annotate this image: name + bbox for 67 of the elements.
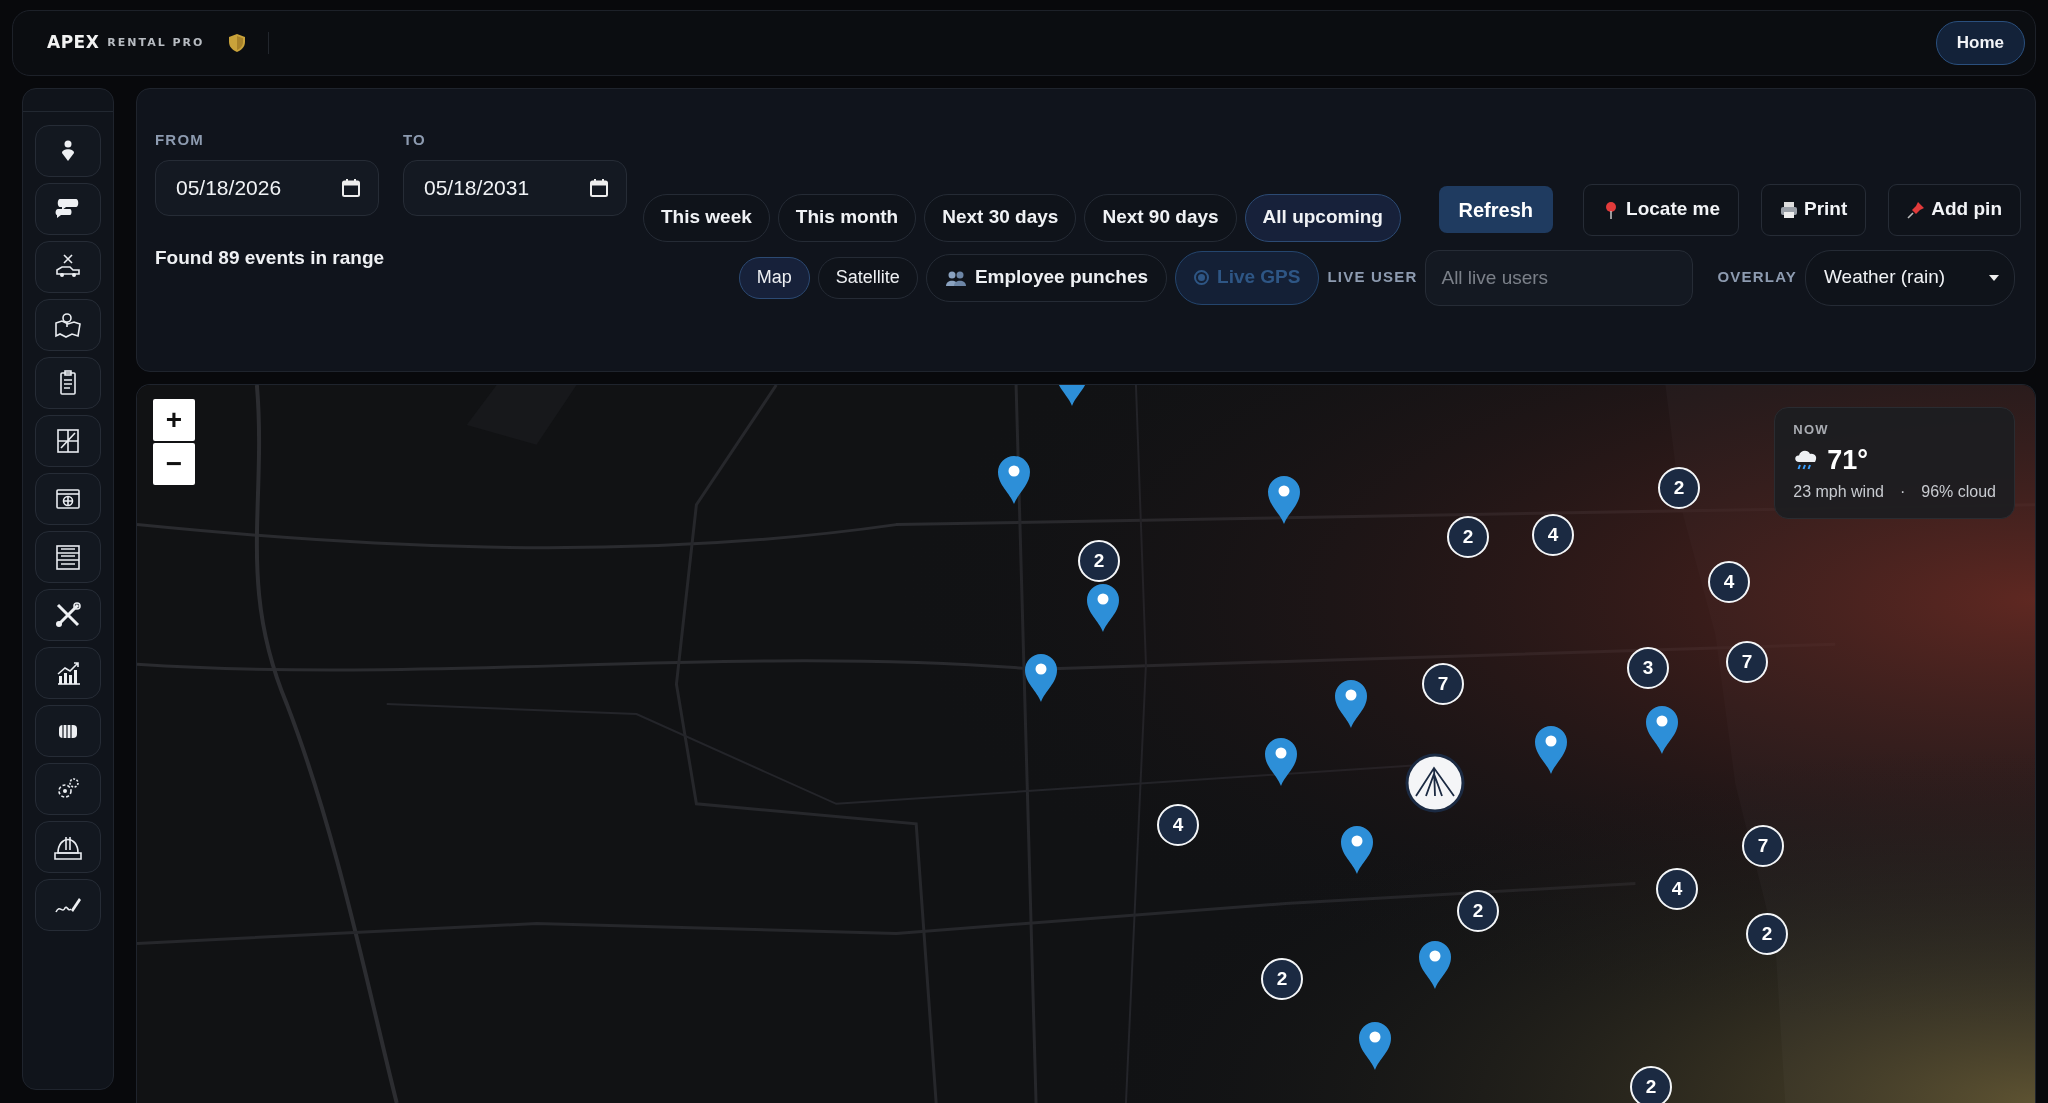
- tools-icon: [53, 600, 83, 630]
- shelves-icon: [53, 542, 83, 572]
- refresh-button[interactable]: Refresh: [1438, 186, 1554, 233]
- calendar-icon[interactable]: [341, 177, 361, 198]
- live-user-label: LIVE USER: [1327, 267, 1418, 288]
- overlay-select[interactable]: Weather (rain): [1805, 249, 2015, 306]
- map-pin[interactable]: [1644, 705, 1680, 755]
- map-pin-icon: [53, 310, 83, 340]
- map-pin[interactable]: [1417, 940, 1453, 990]
- radio-icon: [1194, 270, 1210, 285]
- map-pin[interactable]: [1085, 583, 1121, 633]
- overlay-label: OVERLAY: [1717, 267, 1797, 288]
- weather-heading: NOW: [1793, 421, 1830, 439]
- zoom-in-button[interactable]: +: [153, 399, 195, 441]
- sidebar-button[interactable]: [35, 125, 101, 177]
- map-pin[interactable]: [1533, 725, 1569, 775]
- map-pin[interactable]: [1266, 475, 1302, 525]
- wind-speed: 23 mph wind: [1793, 482, 1884, 502]
- sidebar-button[interactable]: [35, 531, 101, 583]
- to-label: TO: [403, 130, 427, 150]
- cloud-cover: 96% cloud: [1921, 482, 1996, 502]
- range-tab[interactable]: All upcoming: [1244, 193, 1401, 242]
- sidebar-button[interactable]: [35, 415, 101, 467]
- date-field[interactable]: 05/18/2026: [155, 159, 379, 216]
- caret-icon: [1988, 273, 2000, 282]
- sidebar-button[interactable]: [35, 473, 101, 525]
- map-pin[interactable]: [1333, 679, 1369, 729]
- map-pin[interactable]: [1263, 737, 1299, 787]
- map[interactable]: + − 2 2 4 2 4 3 7 7 4 7 4 2 2 2 2 NOW 71° 23 mph wind · 96% cloud: [136, 384, 2036, 1103]
- sidebar-button[interactable]: [35, 705, 101, 757]
- locate-button[interactable]: Locate me: [1583, 183, 1739, 236]
- sidebar-button[interactable]: [35, 183, 101, 235]
- sidebar-button[interactable]: [35, 589, 101, 641]
- people-icon: [944, 269, 967, 286]
- employee-punches-button[interactable]: Employee punches: [925, 253, 1168, 302]
- tent-marker-icon[interactable]: [1404, 752, 1466, 814]
- date-field[interactable]: 05/18/2031: [403, 159, 627, 216]
- from-label: FROM: [155, 130, 205, 150]
- events-summary: Found 89 events in range: [155, 245, 385, 270]
- print-button[interactable]: Print: [1761, 183, 1867, 236]
- calendar-icon[interactable]: [589, 177, 609, 198]
- range-tab[interactable]: Next 30 days: [924, 193, 1077, 242]
- map-pin[interactable]: [1339, 825, 1375, 875]
- map-pin[interactable]: [1023, 653, 1059, 703]
- sidebar-button[interactable]: [35, 357, 101, 409]
- shield-icon: [228, 33, 247, 53]
- sidebar-button[interactable]: [35, 647, 101, 699]
- printer-icon: [1780, 200, 1798, 219]
- separator-dot: ·: [1899, 482, 1906, 502]
- home-button[interactable]: Home: [1935, 21, 2025, 65]
- map-pin[interactable]: [1357, 1021, 1393, 1071]
- sidebar-button[interactable]: [35, 299, 101, 351]
- zoom-out-button[interactable]: −: [153, 443, 195, 485]
- sidebar-button[interactable]: [35, 241, 101, 293]
- range-tab[interactable]: Next 90 days: [1084, 193, 1237, 242]
- temperature: 71°: [1827, 443, 1869, 477]
- layer-tab[interactable]: Map: [738, 256, 810, 299]
- range-tab[interactable]: This week: [643, 193, 770, 242]
- map-pin[interactable]: [996, 455, 1032, 505]
- live-user-field[interactable]: All live users: [1425, 249, 1694, 306]
- layer-tab[interactable]: Satellite: [817, 256, 918, 299]
- range-tab[interactable]: This month: [777, 193, 917, 242]
- pushpin-icon: [1907, 200, 1926, 219]
- sidebar-button[interactable]: [35, 821, 101, 873]
- brand-suffix: RENTAL PRO: [107, 34, 205, 51]
- brand-name: APEX: [47, 31, 100, 55]
- add-pin-button[interactable]: Add pin: [1888, 183, 2021, 236]
